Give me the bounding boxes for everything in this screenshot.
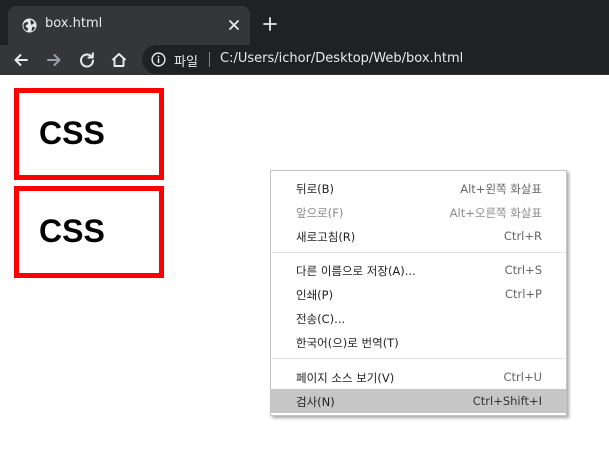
css-box-text: CSS xyxy=(39,213,105,249)
scheme-label: 파일 xyxy=(174,55,198,70)
reload-icon[interactable] xyxy=(78,51,96,69)
tab-bar: box.html xyxy=(0,0,609,45)
menu-item-forward: 앞으로(F) Alt+오른쪽 화살표 xyxy=(271,200,566,224)
menu-item-shortcut: Alt+왼쪽 화살표 xyxy=(460,182,542,196)
menu-item-label: 검사(N) xyxy=(296,395,335,409)
css-box: CSS xyxy=(14,186,164,278)
menu-item-inspect[interactable]: 검사(N) Ctrl+Shift+I xyxy=(271,389,566,413)
css-box: CSS xyxy=(14,88,164,180)
menu-item-print[interactable]: 인쇄(P) Ctrl+P xyxy=(271,282,566,306)
menu-item-shortcut: Ctrl+P xyxy=(504,287,542,301)
menu-item-shortcut: Ctrl+S xyxy=(504,263,542,277)
address-bar[interactable]: 파일 C:/Users/ichor/Desktop/Web/box.html xyxy=(142,45,609,74)
menu-item-label: 인쇄(P) xyxy=(296,288,334,302)
menu-item-reload[interactable]: 새로고침(R) Ctrl+R xyxy=(271,224,566,248)
menu-item-shortcut: Ctrl+U xyxy=(503,370,542,384)
menu-item-label: 앞으로(F) xyxy=(296,206,344,220)
menu-item-cast[interactable]: 전송(C)... xyxy=(271,306,566,330)
menu-item-label: 전송(C)... xyxy=(296,312,346,326)
globe-icon xyxy=(22,18,37,33)
menu-item-save-as[interactable]: 다른 이름으로 저장(A)... Ctrl+S xyxy=(271,258,566,282)
css-box-text: CSS xyxy=(39,115,105,151)
menu-item-shortcut: Alt+오른쪽 화살표 xyxy=(449,206,542,220)
menu-item-label: 새로고침(R) xyxy=(296,230,356,244)
menu-item-view-source[interactable]: 페이지 소스 보기(V) Ctrl+U xyxy=(271,365,566,389)
toolbar: 파일 C:/Users/ichor/Desktop/Web/box.html xyxy=(0,45,609,75)
home-icon[interactable] xyxy=(110,51,128,69)
menu-item-shortcut: Ctrl+R xyxy=(503,229,542,243)
context-menu: 뒤로(B) Alt+왼쪽 화살표 앞으로(F) Alt+오른쪽 화살표 새로고침… xyxy=(270,170,567,416)
menu-divider xyxy=(272,252,565,253)
menu-item-label: 다른 이름으로 저장(A)... xyxy=(296,264,416,278)
menu-item-label: 한국어(으)로 번역(T) xyxy=(296,336,399,350)
menu-divider xyxy=(272,358,565,359)
close-icon[interactable] xyxy=(226,17,242,33)
url-text[interactable]: C:/Users/ichor/Desktop/Web/box.html xyxy=(220,51,463,66)
menu-item-shortcut: Ctrl+Shift+I xyxy=(472,394,542,408)
plus-icon[interactable] xyxy=(262,16,278,32)
forward-arrow-icon[interactable] xyxy=(45,51,63,69)
menu-item-label: 페이지 소스 보기(V) xyxy=(296,371,395,385)
tab-title: box.html xyxy=(45,16,103,31)
info-icon[interactable] xyxy=(151,52,166,67)
omnibox-divider xyxy=(209,52,210,67)
tab-box-html[interactable]: box.html xyxy=(8,6,250,45)
menu-item-back[interactable]: 뒤로(B) Alt+왼쪽 화살표 xyxy=(271,176,566,200)
menu-item-translate[interactable]: 한국어(으)로 번역(T) xyxy=(271,330,566,354)
menu-item-label: 뒤로(B) xyxy=(296,182,335,196)
back-arrow-icon[interactable] xyxy=(12,51,30,69)
